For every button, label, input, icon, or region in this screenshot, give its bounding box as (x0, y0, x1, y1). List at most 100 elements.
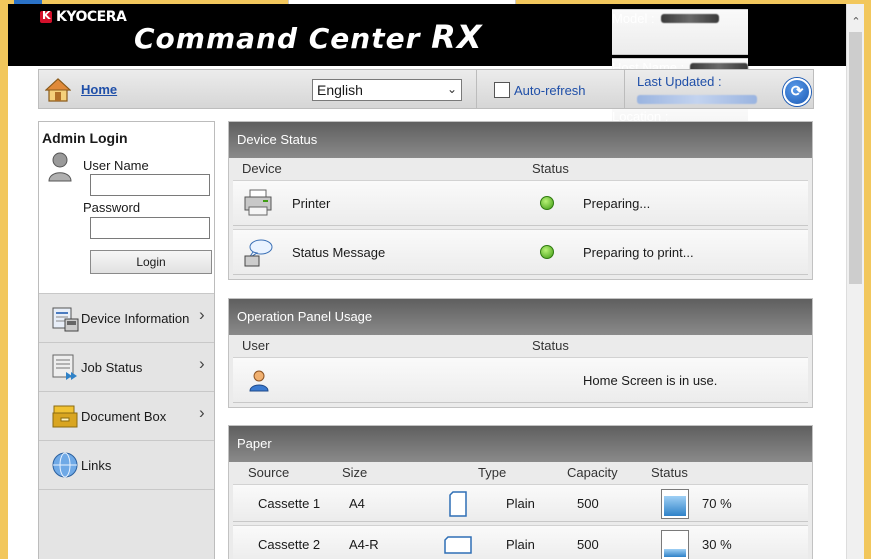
username-label: User Name (83, 158, 149, 173)
device-name: Status Message (292, 245, 386, 260)
status-ok-icon (540, 196, 554, 210)
document-box-icon (52, 405, 78, 428)
menu-label-device-information: Device Information (81, 310, 190, 326)
model-label: Model : (612, 11, 655, 26)
paper-level-gauge (661, 489, 689, 519)
paper-landscape-icon (444, 536, 472, 554)
paper-source: Cassette 2 (258, 537, 321, 552)
site-header: KYOCERA Command Center RX Model : Host N… (8, 4, 846, 153)
brand-name: KYOCERA (56, 9, 127, 25)
col-status: Status (532, 338, 569, 353)
status-ok-icon (540, 245, 554, 259)
device-status-text: Preparing to print... (583, 245, 694, 260)
menu-item-document-box[interactable]: Document Box › (39, 392, 214, 441)
job-status-icon (52, 354, 77, 380)
product-title: Command Center RX (134, 18, 482, 56)
menu-item-device-information[interactable]: Device Information › (39, 294, 214, 343)
paper-level-fill (664, 496, 686, 516)
user-icon (249, 370, 269, 392)
device-name: Printer (292, 196, 331, 211)
admin-login-box: Admin Login User Name Password Login (39, 122, 214, 294)
username-input[interactable] (90, 174, 210, 196)
panel-usage-row: Home Screen is in use. (233, 357, 808, 403)
printer-icon (244, 189, 272, 216)
paper-section: Paper Source Size Type Capacity Status C… (228, 425, 813, 559)
paper-portrait-icon (449, 491, 467, 517)
col-size: Size (342, 465, 368, 480)
menu-label-document-box: Document Box (81, 408, 167, 424)
col-device: Device (242, 161, 282, 176)
paper-title: Paper (229, 426, 812, 462)
chevron-right-icon: › (199, 403, 205, 422)
paper-level-fill (664, 548, 686, 557)
product-suffix: RX (431, 18, 483, 56)
device-row-status-message: Status Message Preparing to print... (233, 229, 808, 275)
device-row-printer: Printer Preparing... (233, 180, 808, 226)
paper-size: A4 (349, 496, 365, 511)
login-button[interactable]: Login (90, 250, 212, 274)
chevron-down-icon: ⌄ (446, 82, 457, 96)
menu-item-job-status[interactable]: Job Status › (39, 343, 214, 392)
col-type: Type (478, 465, 507, 480)
vertical-scrollbar[interactable]: ⌃ (846, 4, 864, 559)
device-status-title: Device Status (229, 122, 812, 158)
panel-usage-columns: User Status (233, 335, 808, 357)
device-info-icon (52, 307, 79, 332)
admin-user-icon (48, 152, 72, 182)
panel-usage-section: Operation Panel Usage User Status Home S… (228, 298, 813, 408)
paper-level-gauge (661, 530, 689, 559)
refresh-icon[interactable]: ⟳ (783, 78, 811, 106)
device-status-text: Preparing... (583, 196, 651, 211)
speech-bubble-icon (244, 239, 273, 267)
auto-refresh-label: Auto-refresh (514, 82, 586, 98)
nav-bar: Home English ⌄ Auto-refresh Last Updated… (38, 69, 814, 109)
auto-refresh-toggle[interactable]: Auto-refresh (494, 82, 586, 98)
nav-divider (476, 70, 477, 108)
paper-status: 30 % (702, 537, 732, 552)
scroll-thumb[interactable] (849, 32, 862, 284)
device-status-body: Device Status Printer Preparing... Statu… (229, 158, 812, 279)
kyocera-logo: KYOCERA (40, 8, 127, 26)
home-link[interactable]: Home (81, 82, 117, 97)
chevron-right-icon: › (199, 354, 205, 373)
menu-label-links: Links (81, 457, 112, 473)
auto-refresh-checkbox[interactable] (494, 82, 510, 98)
left-panel: Admin Login User Name Password Login Dev… (38, 121, 215, 559)
paper-size: A4-R (349, 537, 379, 552)
device-status-section: Device Status Device Status Printer Prep… (228, 121, 813, 280)
model-value-redacted (660, 14, 719, 23)
nav-divider (624, 70, 625, 108)
panel-usage-status: Home Screen is in use. (583, 373, 718, 388)
model-row: Model : (612, 9, 749, 55)
chevron-right-icon: › (199, 305, 205, 324)
home-icon[interactable] (45, 77, 71, 103)
window-frame-left (0, 0, 8, 559)
globe-icon (52, 452, 78, 478)
paper-capacity: 500 (577, 496, 599, 511)
language-select[interactable]: English ⌄ (312, 79, 462, 101)
page-viewport: KYOCERA Command Center RX Model : Host N… (8, 4, 846, 559)
menu-label-job-status: Job Status (81, 359, 143, 375)
paper-source: Cassette 1 (258, 496, 321, 511)
panel-usage-title: Operation Panel Usage (229, 299, 812, 335)
paper-type: Plain (506, 496, 535, 511)
product-name: Command Center (134, 22, 421, 55)
last-updated-value-redacted (637, 95, 757, 104)
last-updated-label: Last Updated : (637, 74, 722, 89)
menu-item-links[interactable]: Links (39, 441, 214, 490)
col-user: User (242, 338, 270, 353)
paper-columns: Source Size Type Capacity Status (233, 462, 808, 484)
col-source: Source (248, 465, 290, 480)
admin-login-title: Admin Login (42, 130, 128, 146)
paper-row: Cassette 1 A4 Plain 500 70 % (233, 484, 808, 522)
password-input[interactable] (90, 217, 210, 239)
paper-row: Cassette 2 A4-R Plain 500 30 % (233, 525, 808, 559)
kyocera-mark-icon (40, 9, 52, 23)
scroll-up-icon[interactable]: ⌃ (850, 16, 862, 28)
paper-type: Plain (506, 537, 535, 552)
col-status: Status (532, 161, 569, 176)
language-value: English (317, 82, 363, 98)
panel-usage-body: User Status Home Screen is in use. (229, 335, 812, 407)
col-capacity: Capacity (567, 465, 618, 480)
password-label: Password (83, 200, 141, 215)
